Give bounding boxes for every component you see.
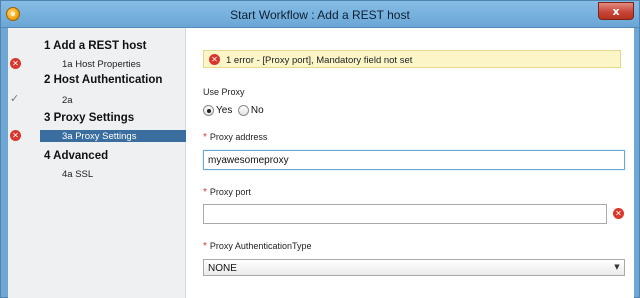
field-label-text: Proxy address bbox=[209, 132, 268, 142]
step-title: 4 Advanced bbox=[44, 150, 109, 162]
title-bar: Start Workflow : Add a REST host x bbox=[1, 1, 639, 28]
step-sub-label: 4a SSL bbox=[62, 169, 94, 180]
proxy-auth-type-select[interactable]: NONE ▼ bbox=[203, 259, 625, 276]
use-proxy-yes-radio[interactable] bbox=[203, 105, 214, 117]
proxy-port-label: * Proxy port bbox=[203, 187, 251, 198]
step-4a-item[interactable]: 4a SSL bbox=[8, 168, 186, 181]
error-message: 1 error - [Proxy port], Mandatory field … bbox=[226, 55, 413, 66]
step-1a-item[interactable]: ✕ 1a Host Properties bbox=[8, 57, 186, 70]
select-value: NONE bbox=[208, 263, 237, 274]
step-title: 2 Host Authentication bbox=[44, 74, 163, 86]
step-sub-label: 1a Host Properties bbox=[62, 59, 141, 70]
required-asterisk-icon: * bbox=[203, 241, 207, 252]
error-x-icon: ✕ bbox=[209, 54, 220, 65]
use-proxy-radio-group: Yes No bbox=[203, 105, 267, 119]
step-1-header[interactable]: 1 Add a REST host bbox=[8, 40, 186, 53]
step-3-header[interactable]: 3 Proxy Settings bbox=[8, 112, 186, 125]
proxy-address-label: * Proxy address bbox=[203, 132, 267, 143]
step-3a-item[interactable]: ✕ 3a Proxy Settings bbox=[8, 130, 186, 143]
radio-label: No bbox=[250, 105, 264, 117]
error-x-icon: ✕ bbox=[10, 58, 21, 69]
step-title: 1 Add a REST host bbox=[44, 40, 147, 52]
radio-label: Yes bbox=[216, 105, 233, 117]
field-label-text: Proxy port bbox=[209, 187, 251, 197]
use-proxy-no-radio[interactable] bbox=[237, 105, 249, 117]
step-title: 3 Proxy Settings bbox=[44, 112, 135, 124]
step-sub-label: 2a bbox=[62, 95, 73, 106]
proxy-auth-type-label: * Proxy AuthenticationType bbox=[203, 241, 311, 252]
close-button[interactable]: x bbox=[598, 2, 634, 20]
form-panel: ✕ 1 error - [Proxy port], Mandatory fiel… bbox=[187, 28, 634, 298]
wizard-steps-sidebar: 1 Add a REST host ✕ 1a Host Properties 2… bbox=[8, 28, 186, 298]
step-sub-label: 3a Proxy Settings bbox=[62, 131, 137, 142]
step-2a-item[interactable]: ✓ 2a bbox=[8, 93, 186, 106]
use-proxy-label: Use Proxy bbox=[203, 87, 245, 97]
required-asterisk-icon: * bbox=[203, 187, 207, 198]
chevron-down-icon[interactable]: ▼ bbox=[610, 260, 624, 275]
workflow-window: Start Workflow : Add a REST host x 1 Add… bbox=[0, 0, 640, 298]
error-x-icon: ✕ bbox=[10, 130, 21, 141]
step-2-header[interactable]: 2 Host Authentication bbox=[8, 74, 186, 87]
window-title: Start Workflow : Add a REST host bbox=[230, 8, 410, 22]
proxy-port-input[interactable] bbox=[203, 204, 607, 224]
error-x-icon: ✕ bbox=[613, 208, 624, 219]
checkmark-icon: ✓ bbox=[10, 92, 20, 105]
required-asterisk-icon: * bbox=[203, 132, 207, 143]
proxy-address-input[interactable] bbox=[203, 150, 625, 170]
error-banner: ✕ 1 error - [Proxy port], Mandatory fiel… bbox=[203, 50, 621, 68]
step-4-header[interactable]: 4 Advanced bbox=[8, 150, 186, 163]
field-label-text: Proxy AuthenticationType bbox=[209, 241, 312, 251]
dialog-body: 1 Add a REST host ✕ 1a Host Properties 2… bbox=[8, 28, 634, 298]
